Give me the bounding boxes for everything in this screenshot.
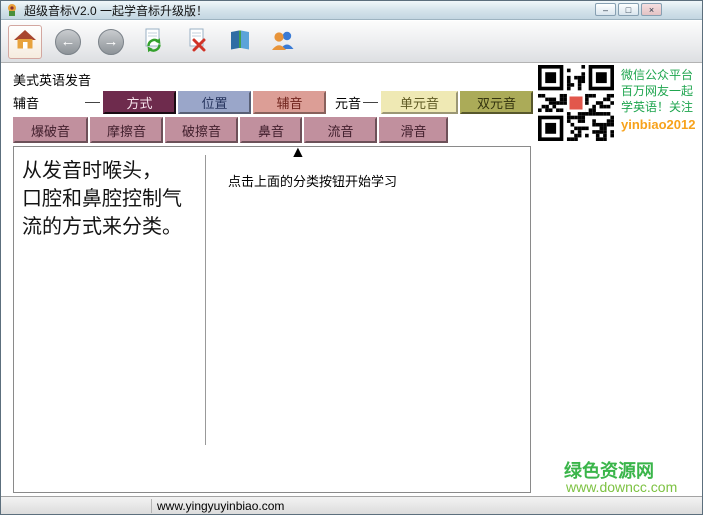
stop-button[interactable] — [180, 25, 214, 59]
app-icon — [5, 3, 19, 17]
hint-text: 点击上面的分类按钮开始学习 — [228, 171, 397, 190]
category-button-consonant[interactable]: 辅音 — [253, 91, 326, 114]
home-button[interactable] — [8, 25, 42, 59]
connector-line — [363, 102, 378, 103]
category-button-position[interactable]: 位置 — [178, 91, 251, 114]
app-window: 超级音标V2.0 一起学音标升级版！ – □ × ← → — [0, 0, 703, 515]
manner-row: 爆破音 摩擦音 破擦音 鼻音 流音 滑音 — [13, 117, 450, 143]
refresh-icon — [141, 27, 167, 56]
category-button-manner[interactable]: 方式 — [103, 91, 176, 114]
home-icon — [13, 28, 37, 55]
status-separator — [151, 499, 152, 513]
book-button[interactable] — [223, 25, 257, 59]
forward-icon: → — [98, 29, 124, 55]
back-icon: ← — [55, 29, 81, 55]
manner-button-plosive[interactable]: 爆破音 — [13, 117, 88, 143]
forward-button[interactable]: → — [94, 25, 128, 59]
watermark-site-url: www.downcc.com — [566, 479, 677, 495]
back-button[interactable]: ← — [51, 25, 85, 59]
qr-code — [538, 65, 614, 141]
vertical-divider — [205, 155, 206, 445]
promo-text: 微信公众平台 百万网友一起 学英语！关注 — [621, 67, 693, 115]
category-button-diphthong[interactable]: 双元音 — [460, 91, 533, 114]
manner-button-glide[interactable]: 滑音 — [379, 117, 448, 143]
minimize-button[interactable]: – — [595, 3, 616, 16]
promo-line: 学英语！关注 — [621, 99, 693, 115]
refresh-button[interactable] — [137, 25, 171, 59]
description-text: 从发音时喉头， 口腔和鼻腔控制气 流的方式来分类。 — [22, 157, 182, 241]
content-box: 从发音时喉头， 口腔和鼻腔控制气 流的方式来分类。 ▲ 点击上面的分类按钮开始学… — [13, 146, 531, 493]
up-arrow-icon: ▲ — [290, 144, 306, 162]
title-bar: 超级音标V2.0 一起学音标升级版！ – □ × — [1, 1, 702, 20]
status-url: www.yingyuyinbiao.com — [157, 499, 284, 513]
section-title: 美式英语发音 — [13, 70, 91, 89]
status-bar: www.yingyuyinbiao.com — [1, 496, 702, 514]
promo-line: 百万网友一起 — [621, 83, 693, 99]
window-title: 超级音标V2.0 一起学音标升级版！ — [24, 2, 208, 19]
book-icon — [228, 28, 252, 55]
manner-button-nasal[interactable]: 鼻音 — [240, 117, 302, 143]
manner-button-liquid[interactable]: 流音 — [304, 117, 377, 143]
toolbar: ← → — [1, 21, 702, 63]
stop-close-icon — [184, 27, 210, 56]
manner-button-affricate[interactable]: 破擦音 — [165, 117, 238, 143]
vowel-group-label: 元音 — [335, 93, 363, 112]
category-row: 辅音 方式 位置 辅音 元音 单元音 双元音 — [13, 91, 535, 114]
promo-line: 微信公众平台 — [621, 67, 693, 83]
users-button[interactable] — [266, 25, 300, 59]
category-button-monophthong[interactable]: 单元音 — [381, 91, 458, 114]
maximize-button[interactable]: □ — [618, 3, 639, 16]
manner-button-fricative[interactable]: 摩擦音 — [90, 117, 163, 143]
close-button[interactable]: × — [641, 3, 662, 16]
consonant-group-label: 辅音 — [13, 93, 85, 112]
users-icon — [270, 28, 296, 55]
connector-line — [85, 102, 100, 103]
window-controls: – □ × — [595, 3, 662, 16]
main-area: 美式英语发音 辅音 方式 位置 辅音 元音 单元音 双元音 爆破音 摩擦音 破擦… — [1, 64, 702, 498]
wechat-account: yinbiao2012 — [621, 117, 695, 132]
